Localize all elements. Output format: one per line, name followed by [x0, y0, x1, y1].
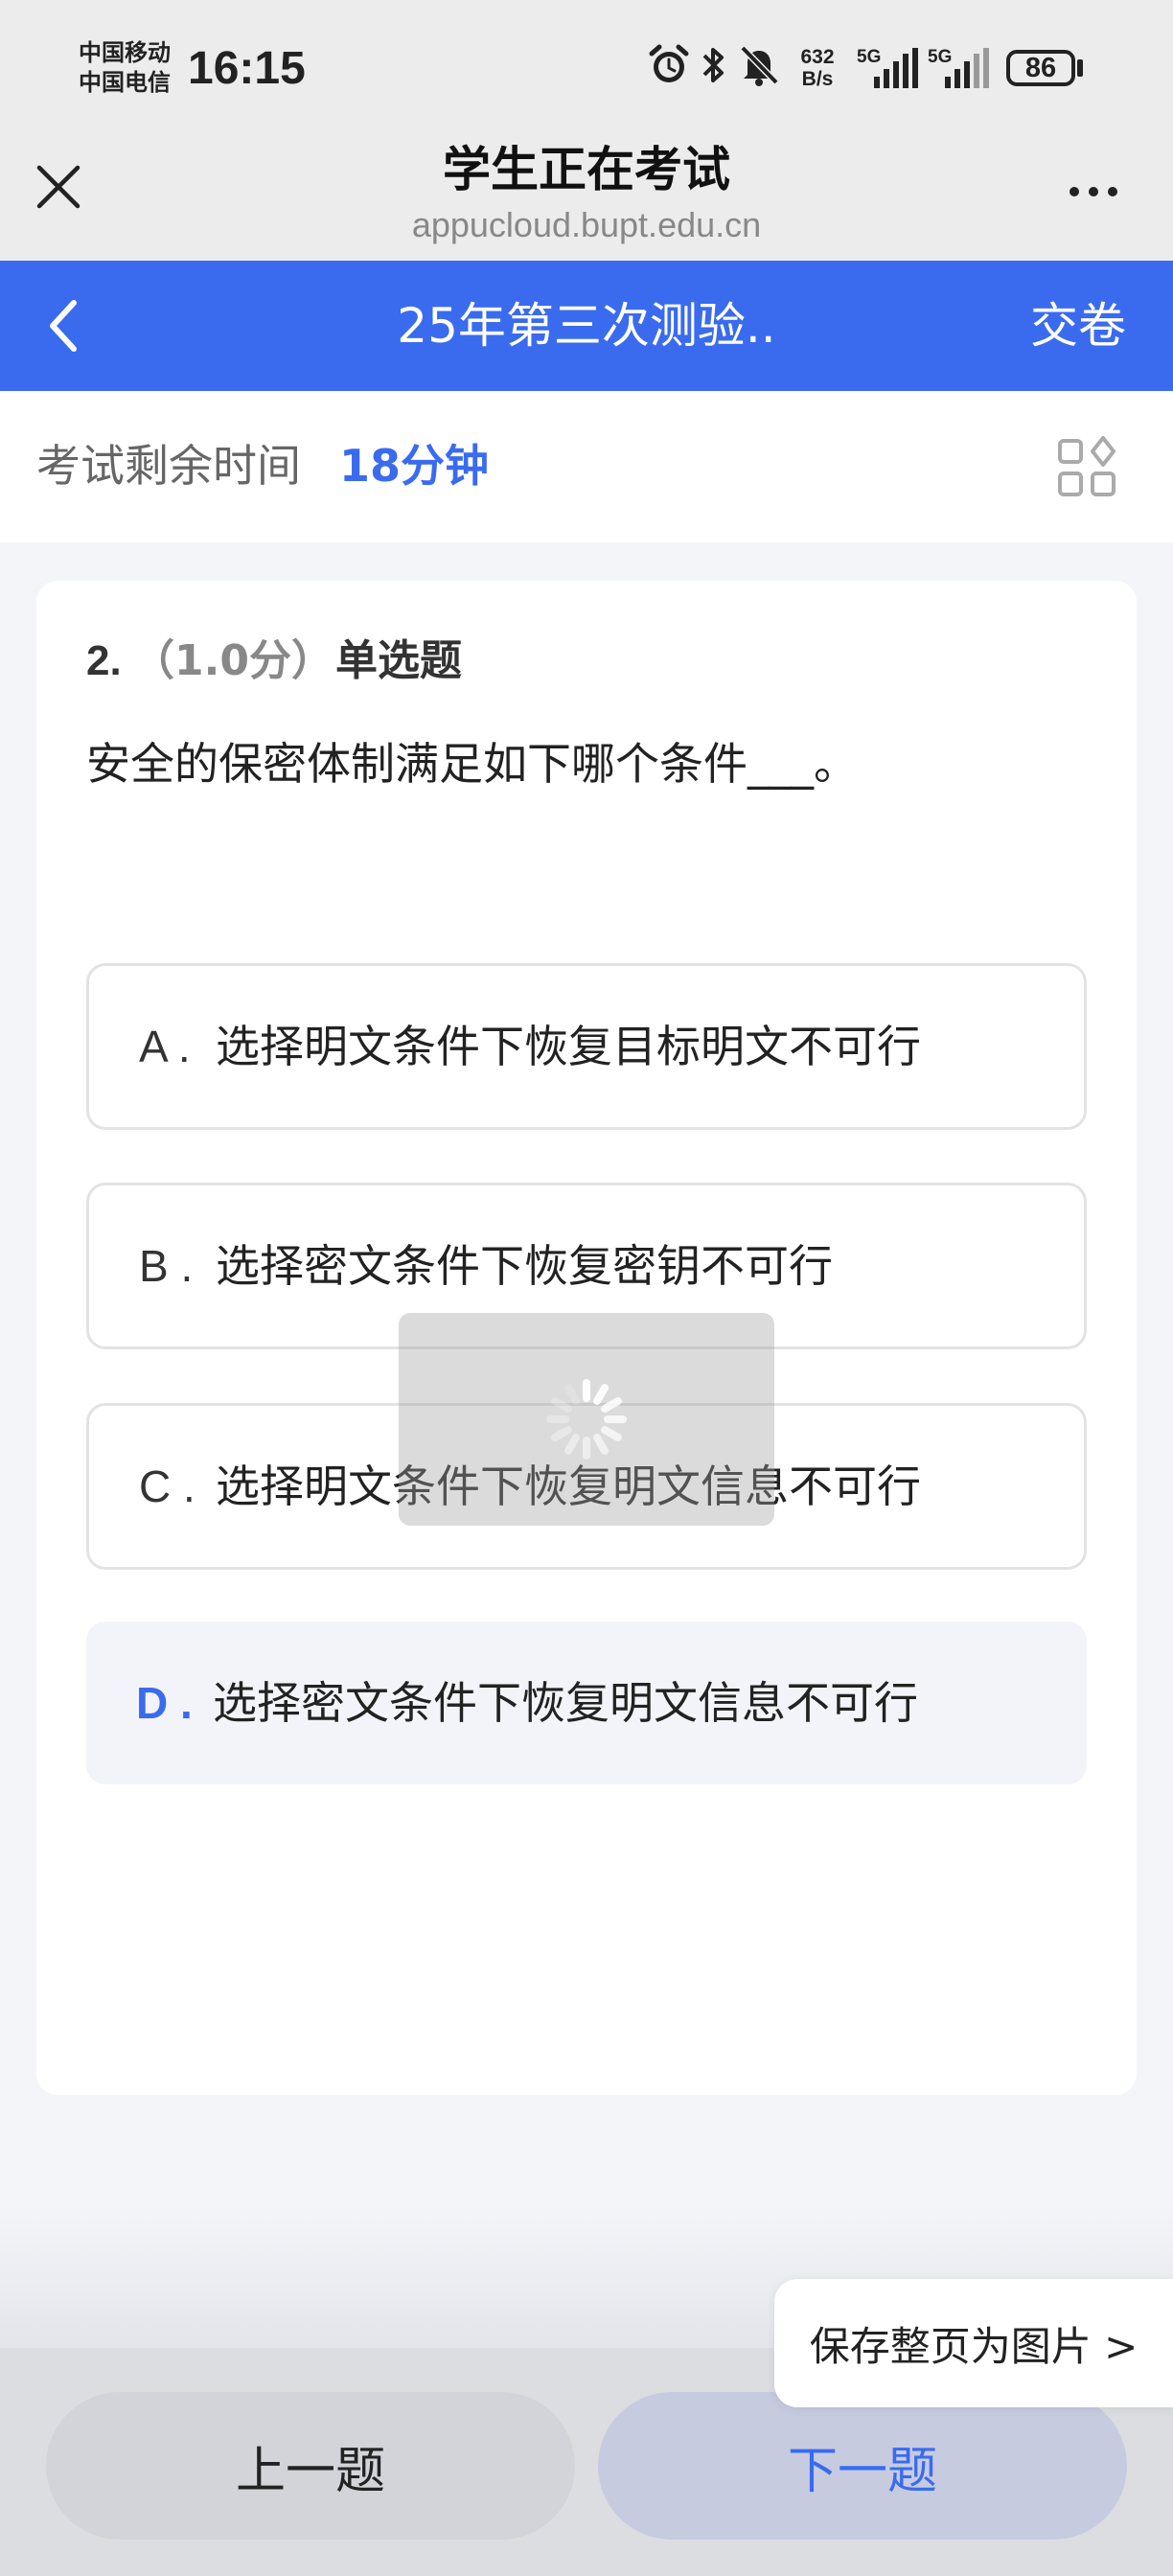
option-letter: A . [139, 1022, 191, 1071]
net-speed-value: 632 [800, 46, 835, 68]
chevron-left-icon [50, 300, 77, 352]
timer-value: 18分钟 [339, 440, 490, 492]
signal-icon [945, 48, 989, 88]
carrier-1: 中国移动 [79, 39, 171, 66]
mute-icon [740, 45, 779, 86]
more-icon-dot [1108, 187, 1117, 196]
timer-label: 考试剩余时间 [36, 440, 301, 492]
prev-question-button[interactable]: 上一题 [46, 2392, 575, 2540]
exam-title: 25年第三次测验.. [397, 298, 776, 354]
battery-icon: 86 [1006, 50, 1075, 86]
question-score: （1.0分） [132, 636, 334, 685]
carrier-info: 中国移动 中国电信 [79, 38, 171, 98]
option-letter: D . [136, 1678, 193, 1728]
battery-nub [1077, 59, 1083, 77]
option-letter: C . [139, 1461, 196, 1511]
bluetooth-icon [702, 48, 724, 82]
option-text: 选择密文条件下恢复明文信息不可行 [213, 1677, 918, 1729]
option-d-selected[interactable]: D . 选择密文条件下恢复明文信息不可行 [86, 1622, 1087, 1784]
back-button[interactable] [34, 286, 92, 366]
alarm-icon [649, 44, 689, 82]
more-options-button[interactable] [1052, 163, 1135, 220]
net-speed-unit: B/s [801, 68, 834, 90]
question-type: 单选题 [335, 636, 462, 685]
question-number: 2. [86, 637, 122, 684]
option-a[interactable]: A . 选择明文条件下恢复目标明文不可行 [86, 963, 1087, 1130]
save-page-as-image-button[interactable]: 保存整页为图片 > [774, 2279, 1173, 2407]
question-text: 安全的保密体制满足如下哪个条件___。 [86, 738, 858, 790]
next-question-button[interactable]: 下一题 [598, 2392, 1127, 2540]
status-bar [0, 0, 1173, 138]
option-text: 选择密文条件下恢复密钥不可行 [216, 1240, 833, 1292]
status-time: 16:15 [188, 43, 306, 94]
submit-exam-button[interactable]: 交卷 [1016, 291, 1140, 360]
browser-title: 学生正在考试 [443, 142, 730, 197]
more-icon [1070, 187, 1079, 196]
option-letter: B . [139, 1241, 194, 1291]
loading-spinner-icon [546, 1379, 627, 1460]
carrier-2: 中国电信 [79, 69, 171, 96]
net-speed: 632 B/s [795, 46, 840, 90]
more-icon-dot [1089, 187, 1098, 196]
signal-icon [874, 48, 918, 88]
loading-overlay [399, 1313, 774, 1526]
question-grid-icon[interactable] [1052, 433, 1121, 502]
option-text: 选择明文条件下恢复目标明文不可行 [216, 1021, 921, 1072]
browser-url: appucloud.bupt.edu.cn [411, 205, 762, 244]
